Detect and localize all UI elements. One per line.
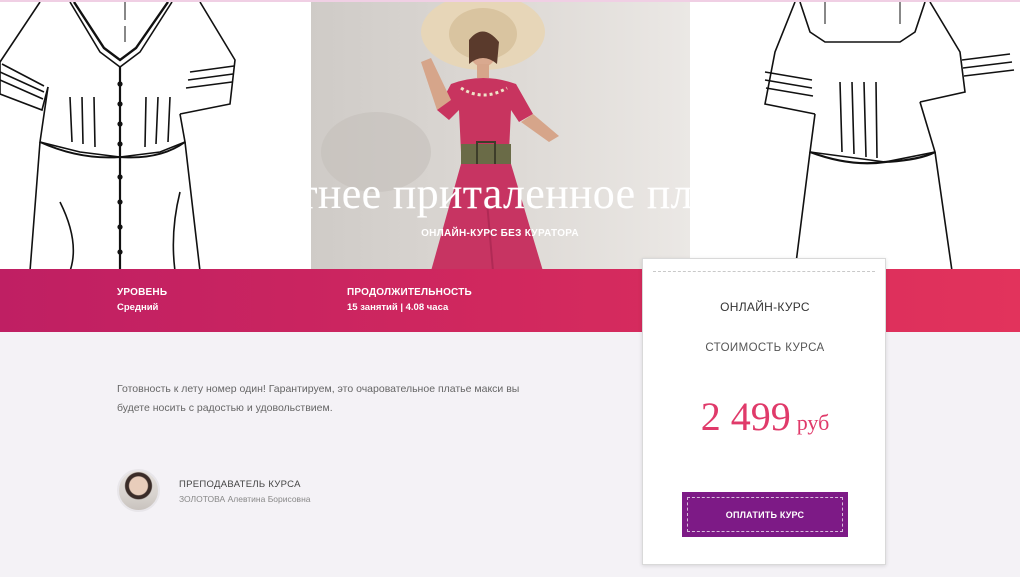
cost-label: СТОИМОСТЬ КУРСА [705, 342, 825, 354]
price-amount: 2 499 [700, 394, 791, 439]
course-description: Готовность к лету номер один! Гарантируе… [117, 383, 520, 414]
level-label: УРОВЕНЬ [117, 287, 168, 298]
hero-banner: Летнее приталенное платье ОНЛАЙН-КУРС БЕ… [0, 0, 1020, 269]
price-card: ОНЛАЙН-КУРС СТОИМОСТЬ КУРСА 2 499 руб ОПЛ… [642, 258, 886, 565]
price-currency: руб [796, 410, 830, 435]
pay-course-label: ОПЛАТИТЬ КУРС [687, 497, 843, 532]
instructor-avatar [117, 469, 160, 512]
instructor-block: ПРЕПОДАВАТЕЛЬ КУРСА ЗОЛОТОВА Алевтина Бо… [117, 469, 517, 513]
duration-label: ПРОДОЛЖИТЕЛЬНОСТЬ [347, 287, 472, 298]
pay-course-button[interactable]: ОПЛАТИТЬ КУРС [682, 492, 848, 537]
level-value: Средний [117, 302, 159, 313]
duration-info: ПРОДОЛЖИТЕЛЬНОСТЬ 15 занятий | 4.08 часа [347, 287, 472, 313]
course-price: 2 499 руб [643, 393, 887, 440]
duration-value: 15 занятий | 4.08 часа [347, 302, 449, 313]
course-title: Летнее приталенное платье [248, 169, 772, 218]
instructor-name: ЗОЛОТОВА Алевтина Борисовна [179, 494, 311, 504]
course-type: ОНЛАЙН-КУРС [720, 300, 810, 314]
level-info: УРОВЕНЬ Средний [117, 287, 167, 313]
card-divider [653, 271, 875, 272]
course-subtitle: ОНЛАЙН-КУРС БЕЗ КУРАТОРА [421, 228, 579, 239]
instructor-label: ПРЕПОДАВАТЕЛЬ КУРСА [179, 479, 301, 490]
